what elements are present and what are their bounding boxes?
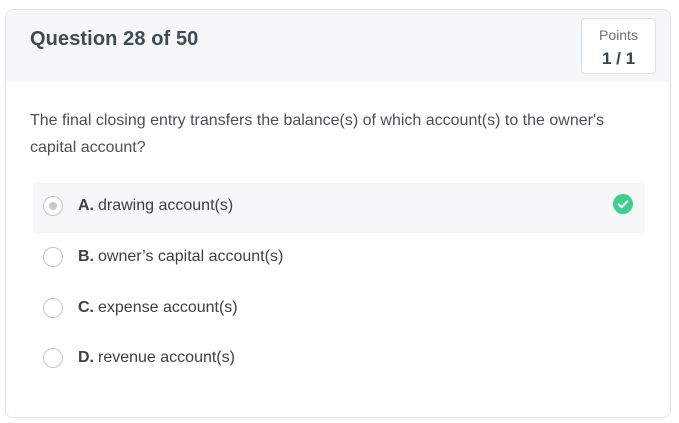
option-b[interactable]: B. owner’s capital account(s) bbox=[33, 234, 645, 284]
option-text: expense account(s) bbox=[98, 299, 238, 316]
option-letter: B. bbox=[78, 248, 94, 265]
option-letter: C. bbox=[78, 299, 94, 316]
points-label: Points bbox=[599, 27, 638, 43]
question-header: Question 28 of 50 Points 1 / 1 bbox=[6, 10, 670, 82]
option-text: drawing account(s) bbox=[98, 197, 234, 214]
radio-button[interactable] bbox=[43, 196, 63, 216]
option-d[interactable]: D. revenue account(s) bbox=[33, 335, 645, 385]
check-circle-icon bbox=[613, 194, 633, 214]
points-box: Points 1 / 1 bbox=[581, 18, 656, 74]
question-title: Question 28 of 50 bbox=[30, 28, 199, 50]
radio-button[interactable] bbox=[43, 247, 63, 267]
option-letter: A. bbox=[78, 197, 94, 214]
radio-button[interactable] bbox=[43, 348, 63, 368]
option-text: revenue account(s) bbox=[98, 349, 235, 366]
radio-button[interactable] bbox=[43, 298, 63, 318]
option-a[interactable]: A. drawing account(s) bbox=[33, 183, 645, 233]
question-card: Question 28 of 50 Points 1 / 1 The final… bbox=[5, 9, 671, 418]
question-text: The final closing entry transfers the ba… bbox=[30, 112, 604, 156]
option-c[interactable]: C. expense account(s) bbox=[33, 285, 645, 335]
points-value: 1 / 1 bbox=[601, 49, 636, 68]
option-letter: D. bbox=[78, 349, 94, 366]
option-text: owner’s capital account(s) bbox=[98, 248, 284, 265]
